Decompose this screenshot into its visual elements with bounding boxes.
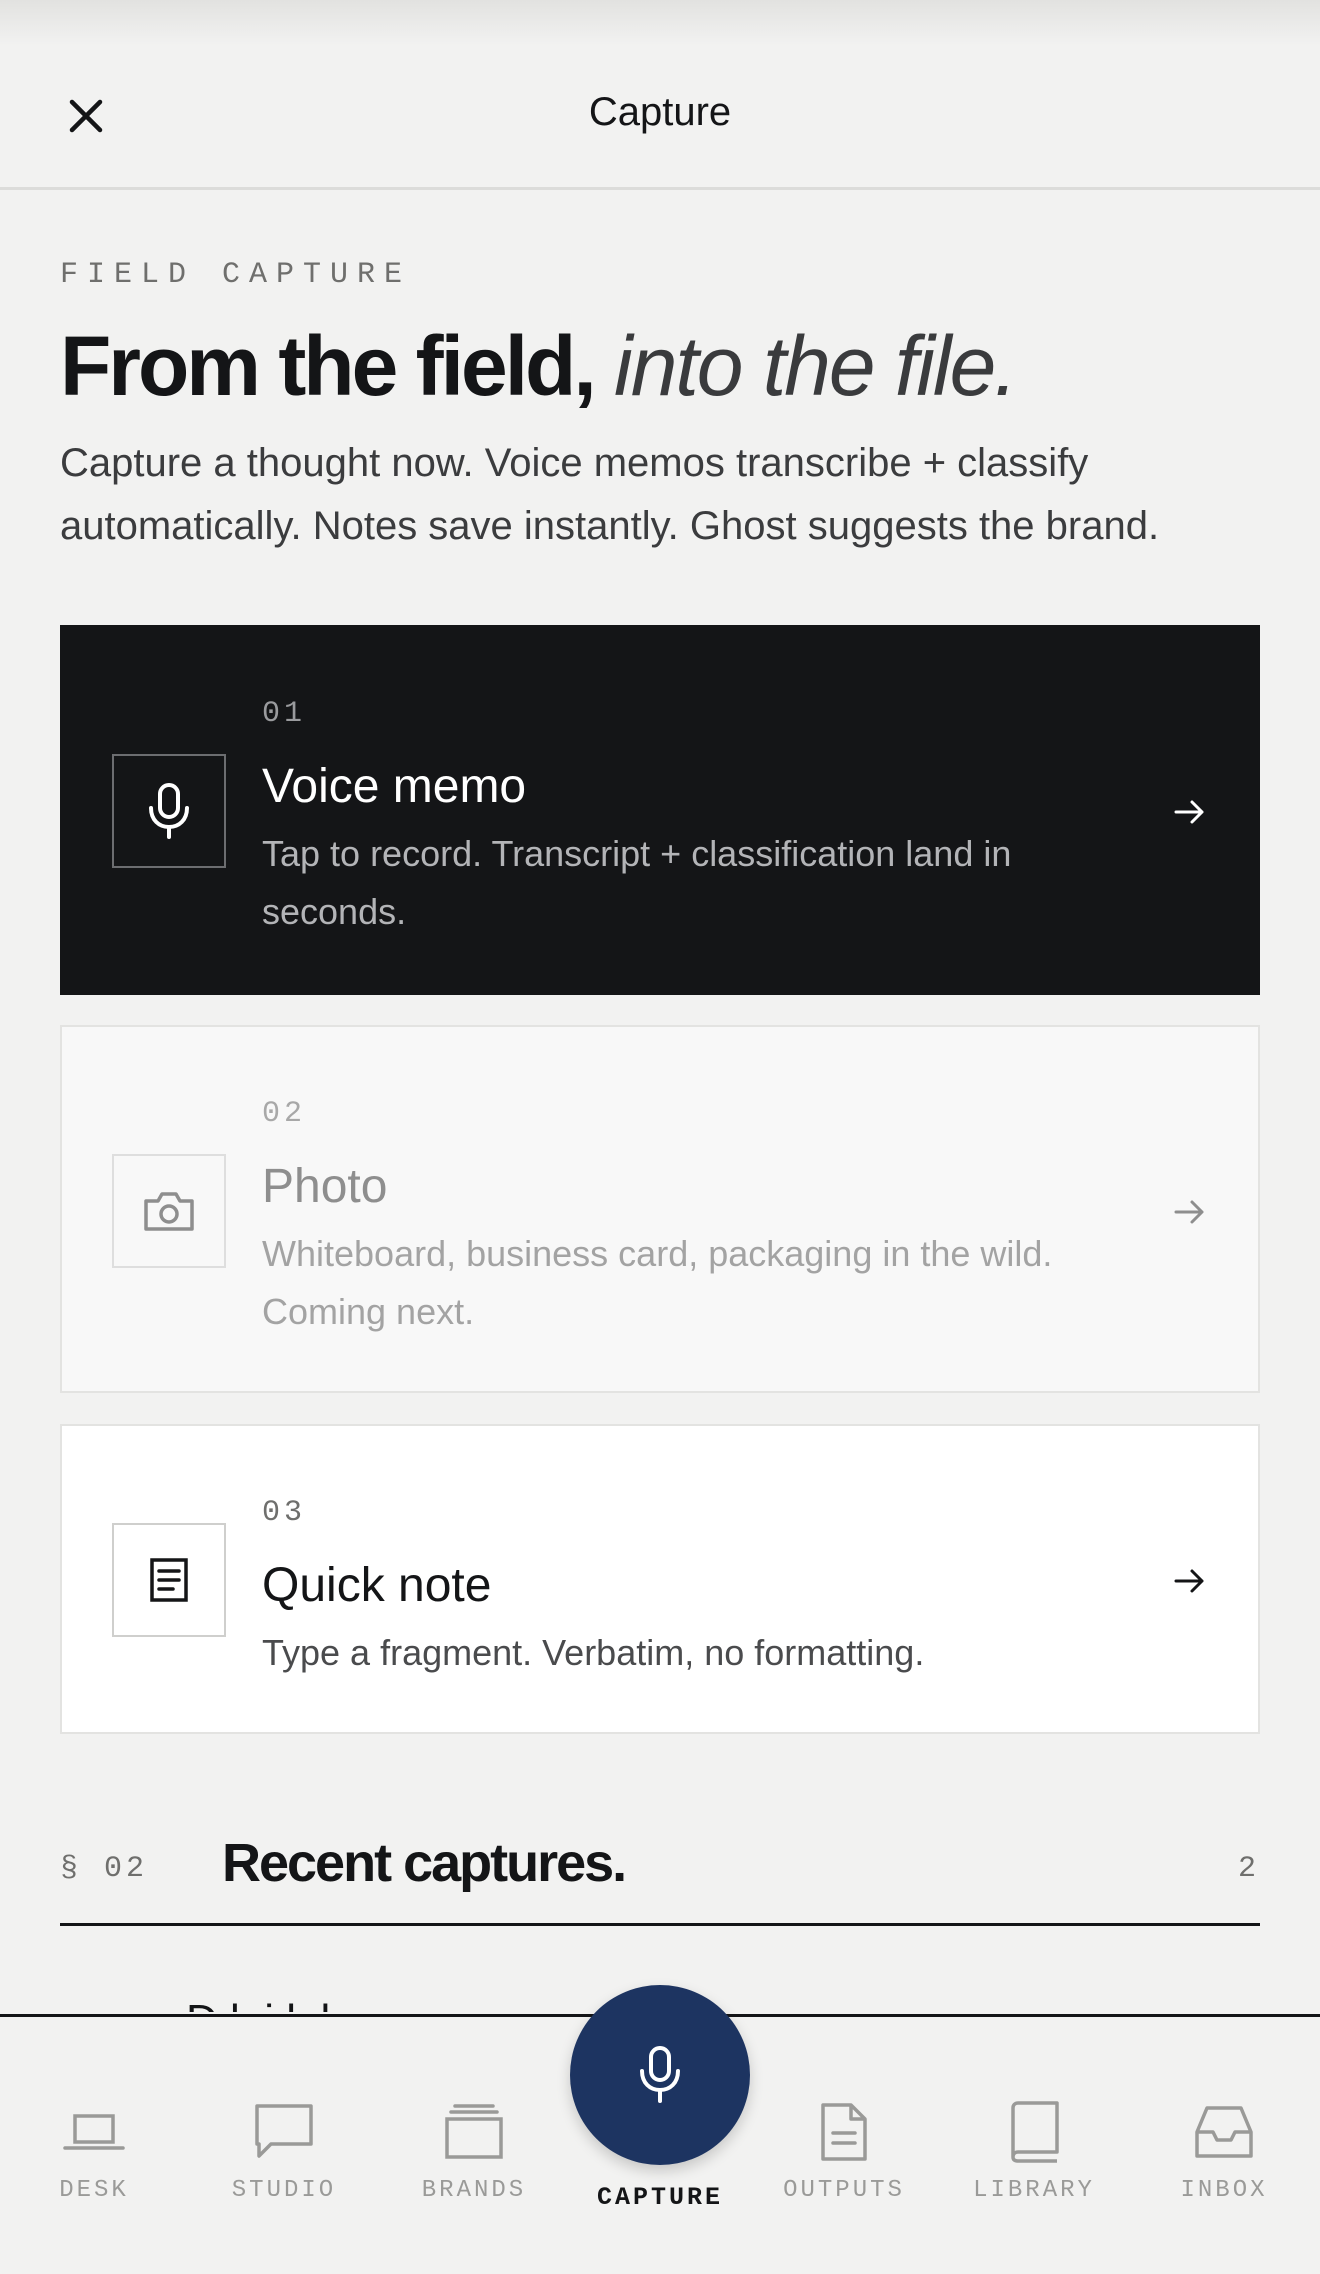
laptop-icon <box>59 2097 129 2167</box>
document-icon <box>809 2097 879 2167</box>
tab-label: DESK <box>59 2177 129 2204</box>
option-description: Tap to record. Transcript + classificati… <box>262 833 1012 932</box>
tab-label: STUDIO <box>231 2177 337 2204</box>
tab-desk[interactable]: DESK <box>14 2097 174 2217</box>
option-title: Photo <box>262 1160 388 1213</box>
arrow-right-icon <box>1170 792 1210 832</box>
book-icon <box>999 2097 1069 2167</box>
microphone-icon <box>640 2046 680 2103</box>
tab-label: BRANDS <box>421 2177 527 2204</box>
arrow-right-icon <box>1170 1561 1210 1601</box>
note-icon <box>150 1558 188 1602</box>
tab-label: OUTPUTS <box>783 2177 905 2204</box>
option-title: Quick note <box>262 1559 492 1612</box>
chat-bubble-icon <box>249 2097 319 2167</box>
tab-brands[interactable]: BRANDS <box>394 2097 554 2217</box>
bottom-tab-bar: DESK STUDIO BRANDS CAPTURE OUTPUTS LIBRA… <box>0 1985 1320 2274</box>
arrow-right-icon <box>1170 1192 1210 1232</box>
recent-count: 2 <box>1237 1852 1256 1886</box>
quick-note-icon-box <box>112 1523 226 1637</box>
microphone-icon <box>149 783 189 839</box>
voice-memo-icon-box <box>112 754 226 868</box>
intro-description: Capture a thought now. Voice memos trans… <box>60 441 1160 548</box>
headline: From the field, into the file. <box>60 318 1018 415</box>
page-title: Capture <box>588 90 732 134</box>
photo-card[interactable]: 02 Photo Whiteboard, business card, pack… <box>60 1025 1260 1393</box>
quick-note-card[interactable]: 03 Quick note Type a fragment. Verbatim,… <box>60 1424 1260 1734</box>
option-description: Type a fragment. Verbatim, no formatting… <box>262 1632 925 1673</box>
tab-studio[interactable]: STUDIO <box>204 2097 364 2217</box>
tab-label: LIBRARY <box>973 2177 1095 2204</box>
inbox-icon <box>1189 2097 1259 2167</box>
capture-fab-button[interactable] <box>570 1985 750 2165</box>
tab-label-capture[interactable]: CAPTURE <box>560 2183 760 2212</box>
eyebrow-label: FIELD CAPTURE <box>60 258 412 292</box>
option-number: 02 <box>262 1097 307 1131</box>
stack-icon <box>439 2097 509 2167</box>
option-title: Voice memo <box>262 760 527 813</box>
option-number: 03 <box>262 1496 307 1530</box>
voice-memo-card[interactable]: 01 Voice memo Tap to record. Transcript … <box>60 625 1260 995</box>
tab-inbox[interactable]: INBOX <box>1144 2097 1304 2217</box>
tab-label: INBOX <box>1180 2177 1268 2204</box>
headline-main: From the field, <box>60 319 597 413</box>
recent-captures-header: § 02 Recent captures. 2 <box>60 1826 1260 1926</box>
headline-italic: into the file. <box>614 319 1018 413</box>
list-item-title: D k i k l <box>186 1996 330 2012</box>
section-number: § 02 <box>60 1852 149 1886</box>
tab-outputs[interactable]: OUTPUTS <box>764 2097 924 2217</box>
photo-icon-box <box>112 1154 226 1268</box>
tab-library[interactable]: LIBRARY <box>954 2097 1114 2217</box>
status-bar-shade <box>0 0 1320 46</box>
section-title: Recent captures. <box>222 1833 627 1893</box>
option-description: Whiteboard, business card, packaging in … <box>262 1233 1053 1332</box>
camera-icon <box>144 1192 194 1231</box>
top-bar: Capture <box>0 0 1320 190</box>
option-number: 01 <box>262 697 307 731</box>
